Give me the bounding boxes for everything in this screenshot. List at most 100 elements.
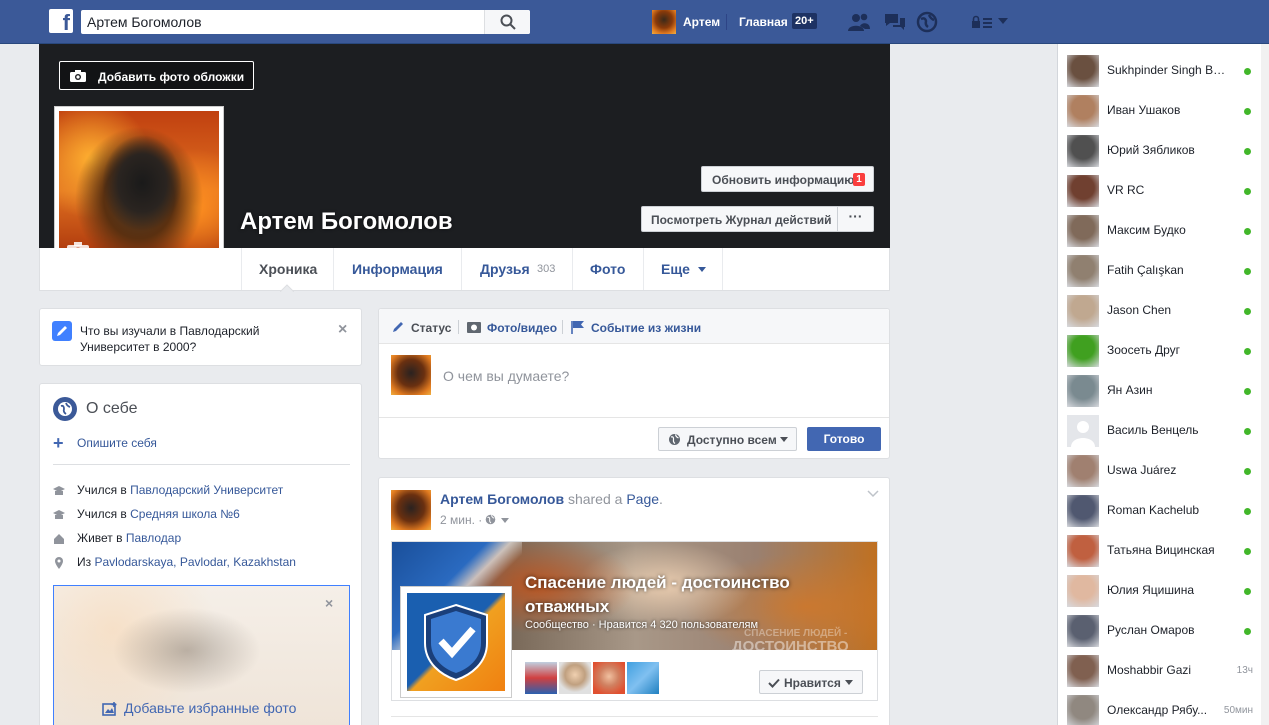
audience-selector[interactable]: Доступно всем (658, 427, 797, 451)
post-button[interactable]: Готово (807, 427, 881, 451)
avatar (1067, 575, 1099, 607)
close-icon[interactable]: × (338, 321, 347, 339)
more-options-button[interactable]: ··· (838, 206, 874, 232)
online-status-dot (1244, 68, 1251, 75)
chat-contact[interactable]: Василь Венцель (1058, 410, 1258, 450)
chat-contact[interactable]: Олександр Рябу... 50мин (1058, 690, 1258, 725)
tab-friends[interactable]: Друзья 303 (461, 248, 572, 290)
avatar (1067, 655, 1099, 687)
nav-home-link[interactable]: Главная (739, 15, 788, 29)
post-timestamp[interactable]: 2 мин. · (440, 513, 482, 527)
friend-thumbnail[interactable] (525, 662, 557, 694)
friend-thumbnail[interactable] (559, 662, 591, 694)
search-icon (500, 14, 516, 30)
chat-contact-name: Uswa Juárez (1107, 463, 1177, 477)
close-icon[interactable]: × (325, 595, 333, 611)
divider (391, 716, 878, 717)
chat-contact[interactable]: Максим Будко (1058, 210, 1258, 250)
avatar (1067, 255, 1099, 287)
chat-contact[interactable]: VR RC (1058, 170, 1258, 210)
intro-title: О себе (86, 400, 138, 417)
university-link[interactable]: Павлодарский Университет (130, 483, 283, 497)
like-page-button[interactable]: Нравится (759, 670, 863, 694)
search-box (81, 10, 530, 34)
chat-contact-name: Roman Kachelub (1107, 503, 1200, 517)
avatar (1067, 535, 1099, 567)
post-author-link[interactable]: Артем Богомолов (440, 491, 564, 507)
education-prompt-text[interactable]: Что вы изучали в Павлодарский Университе… (80, 323, 320, 355)
education-prompt-card: Что вы изучали в Павлодарский Университе… (39, 308, 362, 366)
online-status-dot (1244, 468, 1251, 475)
chat-contact[interactable]: Руслан Омаров (1058, 610, 1258, 650)
messages-icon[interactable] (883, 11, 905, 33)
facebook-logo[interactable]: f (49, 9, 73, 33)
chat-scrollbar[interactable] (1261, 44, 1269, 725)
profile-name[interactable]: Артем Богомолов (240, 208, 453, 236)
account-menu-caret-icon[interactable] (998, 18, 1008, 24)
education-icon (53, 486, 65, 495)
shared-page-subtitle: Сообщество · Нравится 4 320 пользователя… (525, 619, 759, 631)
search-button[interactable] (484, 10, 530, 34)
tab-about[interactable]: Информация (333, 248, 461, 290)
post-page-link[interactable]: Page (626, 491, 659, 507)
nav-user-name: Артем (683, 15, 721, 29)
chat-contact[interactable]: Зоосеть Друг (1058, 330, 1258, 370)
intro-card: О себе + Опишите себя Учился в Павлодарс… (39, 383, 362, 725)
chat-contact[interactable]: Иван Ушаков (1058, 90, 1258, 130)
privacy-caret-icon[interactable] (501, 518, 509, 523)
friend-thumbnail[interactable] (627, 662, 659, 694)
chat-contact[interactable]: Sukhpinder Singh Bai... (1058, 50, 1258, 90)
chat-contact[interactable]: Moshabbir Gazi 13ч (1058, 650, 1258, 690)
globe-icon (53, 397, 77, 421)
activity-log-label: Посмотреть Журнал действий (651, 213, 832, 227)
chat-contact[interactable]: Юрий Зябликов (1058, 130, 1258, 170)
shared-page-card[interactable]: СПАСЕНИЕ ЛЮДЕЙ - ДОСТОИНСТВО Спасение лю… (391, 541, 878, 701)
hometown-link[interactable]: Pavlodarskaya, Pavlodar, Kazakhstan (94, 555, 295, 569)
composer-avatar (391, 355, 431, 395)
add-cover-photo-label: Добавить фото обложки (98, 70, 245, 84)
shared-page-logo[interactable] (400, 586, 512, 698)
online-status-dot (1244, 588, 1251, 595)
online-status-dot (1244, 428, 1251, 435)
composer-footer: Доступно всем Готово (379, 417, 889, 458)
globe-icon (669, 434, 680, 445)
post-author-avatar[interactable] (391, 490, 431, 530)
friend-thumbnail[interactable] (593, 662, 625, 694)
online-status-dot (1244, 108, 1251, 115)
friend-requests-icon[interactable] (847, 11, 870, 33)
view-activity-log-button[interactable]: Посмотреть Журнал действий (641, 206, 838, 232)
nav-divider (726, 14, 727, 30)
chat-contact-name: Юлия Яцишина (1107, 583, 1194, 597)
add-cover-photo-button[interactable]: Добавить фото обложки (59, 61, 254, 90)
chat-contact[interactable]: Fatih Çalışkan (1058, 250, 1258, 290)
chat-contact[interactable]: Татьяна Вицинская (1058, 530, 1258, 570)
chat-contact-name: Moshabbir Gazi (1107, 663, 1192, 677)
online-status-dot (1244, 148, 1251, 155)
privacy-shortcuts-icon[interactable] (971, 15, 993, 32)
current-city-link[interactable]: Павлодар (126, 531, 181, 545)
composer-tabs: Статус Фото/видео Событие из жизни (379, 309, 889, 344)
composer-input[interactable]: О чем вы думаете? (443, 368, 569, 384)
online-status-dot (1244, 548, 1251, 555)
chat-contact[interactable]: Юлия Яцишина (1058, 570, 1258, 610)
chat-contact[interactable]: Jason Chen (1058, 290, 1258, 330)
featured-photos-box[interactable]: × Добавьте избранные фото (53, 585, 350, 725)
chat-contact[interactable]: Roman Kachelub (1058, 490, 1258, 530)
camera-icon (70, 70, 86, 82)
update-info-button[interactable]: Обновить информацию 1 (701, 166, 874, 192)
search-input[interactable] (81, 10, 484, 34)
chevron-down-icon[interactable] (867, 490, 879, 498)
notifications-globe-icon[interactable] (916, 11, 938, 33)
avatar (1067, 95, 1099, 127)
nav-avatar (652, 10, 676, 34)
shared-page-title[interactable]: Спасение людей - достоинство отважных (525, 571, 845, 619)
tab-photos[interactable]: Фото (572, 248, 643, 290)
tab-more[interactable]: Еще (643, 248, 723, 290)
chat-contact-name: Jason Chen (1107, 303, 1172, 317)
school-link[interactable]: Средняя школа №6 (130, 507, 240, 521)
chat-contact[interactable]: Ян Азин (1058, 370, 1258, 410)
home-notification-badge: 20+ (792, 13, 817, 29)
chat-contact[interactable]: Uswa Juárez (1058, 450, 1258, 490)
online-status-dot (1244, 268, 1251, 275)
top-navigation-bar: f Артем Главная 20+ (0, 0, 1269, 44)
